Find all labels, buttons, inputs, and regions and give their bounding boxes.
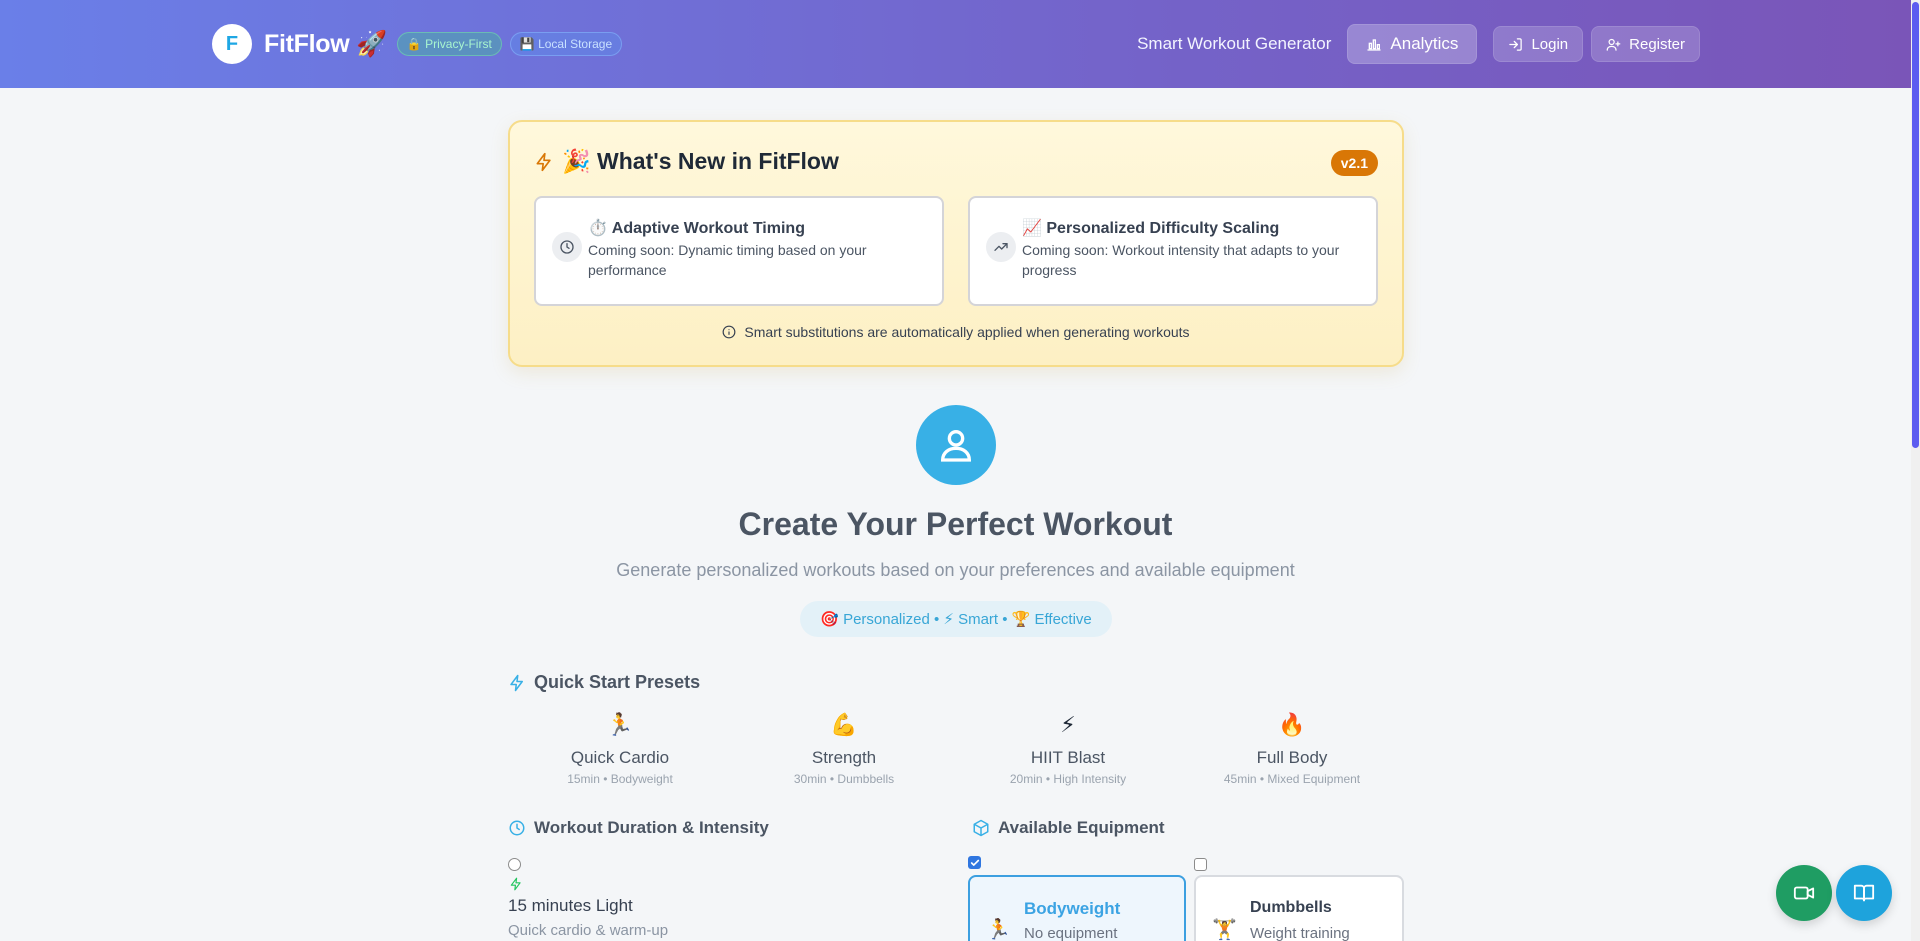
equipment-card-dumbbells[interactable]: 🏋️ Dumbbells Weight training bbox=[1194, 875, 1404, 941]
equipment-card-bodyweight[interactable]: 🏃 Bodyweight No equipment bbox=[968, 875, 1186, 941]
book-open-icon bbox=[1853, 884, 1875, 902]
preset-full-body[interactable]: 🔥 Full Body 45min • Mixed Equipment bbox=[1180, 710, 1404, 790]
equipment-heading: Available Equipment bbox=[972, 818, 1165, 838]
clock-icon bbox=[552, 232, 582, 262]
trending-up-icon bbox=[986, 232, 1016, 262]
duration-option-description: Quick cardio & warm-up bbox=[508, 922, 669, 939]
page-subtitle: Generate personalized workouts based on … bbox=[616, 560, 1295, 580]
video-icon bbox=[1793, 886, 1815, 900]
video-button[interactable] bbox=[1776, 865, 1832, 921]
dumbbells-checkbox[interactable] bbox=[1194, 858, 1207, 871]
equipment-label: Available Equipment bbox=[998, 818, 1165, 837]
preset-name: Quick Cardio bbox=[570, 748, 670, 767]
privacy-first-badge: 🔒 Privacy-First bbox=[396, 32, 502, 56]
preset-list: 🏃 Quick Cardio 15min • Bodyweight 💪 Stre… bbox=[508, 710, 1404, 790]
user-icon bbox=[916, 405, 996, 485]
box-icon bbox=[973, 819, 989, 837]
info-icon bbox=[723, 325, 736, 339]
login-button[interactable]: Login bbox=[1493, 26, 1584, 62]
feature-title: 📈 Personalized Difficulty Scaling bbox=[1022, 220, 1280, 237]
bodyweight-checkbox[interactable] bbox=[968, 856, 981, 869]
fire-icon: 🔥 bbox=[1278, 712, 1306, 737]
login-icon bbox=[1509, 37, 1523, 51]
zap-icon bbox=[510, 877, 521, 891]
app-header: F FitFlow 🚀 🔒 Privacy-First 💾 Local Stor… bbox=[0, 0, 1911, 88]
duration-minutes: 15 minutes bbox=[508, 896, 592, 915]
preset-name: Full Body bbox=[1256, 748, 1328, 767]
page-scrollbar[interactable] bbox=[1911, 0, 1920, 941]
weightlifter-icon: 🏋️ bbox=[1212, 919, 1237, 941]
preset-meta: 30min • Dumbbells bbox=[793, 772, 895, 786]
feature-card-difficulty-scaling[interactable]: 📈 Personalized Difficulty Scaling Coming… bbox=[968, 196, 1378, 306]
bar-chart-icon bbox=[1367, 39, 1382, 51]
whats-new-card: 🎉 What's New in FitFlow v2.1 ⏱️ Adaptive… bbox=[508, 120, 1404, 367]
scrollbar-thumb[interactable] bbox=[1912, 2, 1919, 448]
page-title: Create Your Perfect Workout bbox=[738, 506, 1173, 542]
preset-hiit-blast[interactable]: ⚡ HIIT Blast 20min • High Intensity bbox=[956, 710, 1180, 790]
app-name: FitFlow 🚀 bbox=[264, 29, 387, 58]
runner-icon: 🏃 bbox=[606, 712, 634, 737]
flexed-bicep-icon: 💪 bbox=[830, 712, 858, 737]
equipment-name: Bodyweight bbox=[1024, 899, 1121, 918]
preset-meta: 15min • Bodyweight bbox=[567, 772, 673, 786]
nav-title[interactable]: Smart Workout Generator bbox=[1137, 34, 1331, 54]
runner-icon: 🏃 bbox=[986, 919, 1011, 941]
brand[interactable]: F FitFlow 🚀 🔒 Privacy-First 💾 Local Stor… bbox=[212, 24, 623, 64]
login-label: Login bbox=[1531, 35, 1569, 53]
version-badge: v2.1 bbox=[1330, 150, 1378, 176]
duration-heading: Workout Duration & Intensity bbox=[508, 818, 769, 838]
quick-start-label: Quick Start Presets bbox=[534, 672, 701, 692]
preset-name: HIIT Blast bbox=[1030, 748, 1106, 767]
feature-description: Coming soon: Workout intensity that adap… bbox=[1022, 242, 1340, 278]
duration-radio-15[interactable] bbox=[508, 858, 521, 871]
preset-strength[interactable]: 💪 Strength 30min • Dumbbells bbox=[732, 710, 956, 790]
duration-label: Workout Duration & Intensity bbox=[534, 818, 769, 837]
feature-card-adaptive-timing[interactable]: ⏱️ Adaptive Workout Timing Coming soon: … bbox=[534, 196, 944, 306]
equipment-name: Dumbbells bbox=[1250, 899, 1332, 916]
preset-meta: 45min • Mixed Equipment bbox=[1223, 772, 1361, 786]
register-label: Register bbox=[1629, 35, 1685, 53]
quick-start-heading: Quick Start Presets bbox=[508, 672, 700, 693]
equipment-description: Weight training bbox=[1250, 925, 1350, 941]
guide-button[interactable] bbox=[1836, 865, 1892, 921]
brand-logo: F bbox=[212, 24, 252, 64]
analytics-label: Analytics bbox=[1390, 34, 1459, 53]
top-nav: Smart Workout Generator Analytics Login … bbox=[1137, 24, 1700, 64]
clock-icon bbox=[509, 820, 525, 836]
zap-icon bbox=[536, 152, 551, 171]
feature-description: Coming soon: Dynamic timing based on you… bbox=[588, 242, 867, 278]
duration-option-label[interactable]: 15 minutes Light bbox=[508, 896, 633, 916]
check-icon bbox=[970, 859, 979, 866]
local-storage-badge: 💾 Local Storage bbox=[509, 32, 623, 56]
zap-icon bbox=[510, 674, 523, 691]
note-text: Smart substitutions are automatically ap… bbox=[744, 324, 1190, 340]
duration-intensity: Light bbox=[595, 896, 633, 915]
user-plus-icon bbox=[1606, 38, 1621, 51]
lightning-icon: ⚡ bbox=[1060, 712, 1076, 737]
whats-new-header: 🎉 What's New in FitFlow bbox=[534, 148, 839, 175]
preset-name: Strength bbox=[811, 748, 877, 767]
preset-quick-cardio[interactable]: 🏃 Quick Cardio 15min • Bodyweight bbox=[508, 710, 732, 790]
feature-title: ⏱️ Adaptive Workout Timing bbox=[588, 220, 805, 237]
substitutions-note: Smart substitutions are automatically ap… bbox=[510, 324, 1402, 340]
feature-tags: 🎯 Personalized • ⚡ Smart • 🏆 Effective bbox=[800, 601, 1112, 637]
whats-new-title: 🎉 What's New in FitFlow bbox=[562, 148, 839, 174]
preset-meta: 20min • High Intensity bbox=[1009, 772, 1127, 786]
register-button[interactable]: Register bbox=[1591, 26, 1700, 62]
analytics-button[interactable]: Analytics bbox=[1347, 24, 1478, 64]
equipment-description: No equipment bbox=[1024, 925, 1118, 941]
